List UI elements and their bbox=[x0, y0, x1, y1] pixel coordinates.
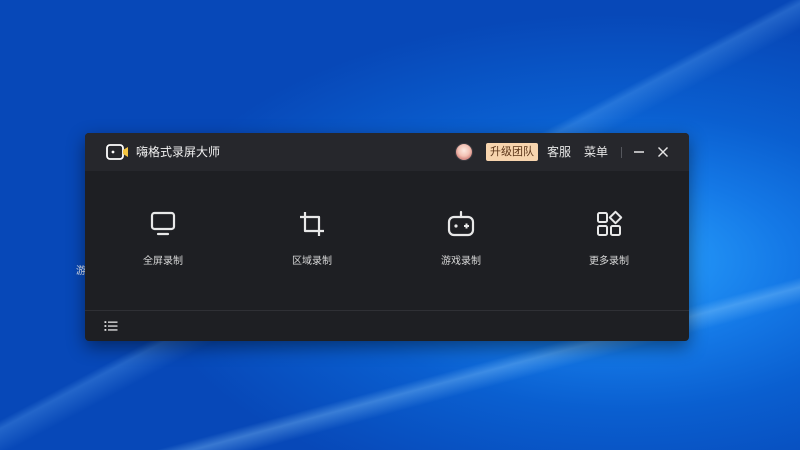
tile-label: 区域录制 bbox=[292, 256, 332, 267]
avatar[interactable] bbox=[455, 143, 473, 161]
list-icon[interactable] bbox=[103, 318, 119, 334]
region-record-tile[interactable]: 区域录制 bbox=[237, 171, 387, 310]
title-bar[interactable]: 嗨格式录屏大师 升级团队 客服 菜单 bbox=[85, 133, 689, 171]
app-title: 嗨格式录屏大师 bbox=[136, 145, 221, 159]
crop-icon bbox=[300, 212, 324, 236]
record-mode-panel: 全屏录制 区域录制 游戏录制 更多录制 bbox=[85, 171, 689, 310]
more-record-tile[interactable]: 更多录制 bbox=[534, 171, 684, 310]
upgrade-team-button[interactable]: 升级团队 bbox=[486, 143, 538, 161]
camera-logo-icon bbox=[106, 144, 128, 160]
fullscreen-record-tile[interactable]: 全屏录制 bbox=[88, 171, 238, 310]
tile-label: 游戏录制 bbox=[441, 256, 481, 267]
close-icon[interactable] bbox=[654, 143, 672, 161]
customer-service-link[interactable]: 客服 bbox=[547, 143, 571, 161]
footer-bar bbox=[85, 310, 689, 341]
tile-label: 更多录制 bbox=[589, 256, 629, 267]
menu-link[interactable]: 菜单 bbox=[584, 143, 608, 161]
apps-icon bbox=[597, 210, 623, 236]
tile-label: 全屏录制 bbox=[143, 256, 183, 267]
minimize-icon[interactable] bbox=[630, 143, 648, 161]
app-window: 嗨格式录屏大师 升级团队 客服 菜单 全屏录制 区域录制 游戏录制 更多录制 bbox=[85, 133, 689, 341]
gamepad-icon bbox=[447, 210, 475, 237]
game-record-tile[interactable]: 游戏录制 bbox=[386, 171, 536, 310]
titlebar-divider bbox=[621, 147, 622, 158]
monitor-icon bbox=[150, 211, 176, 236]
